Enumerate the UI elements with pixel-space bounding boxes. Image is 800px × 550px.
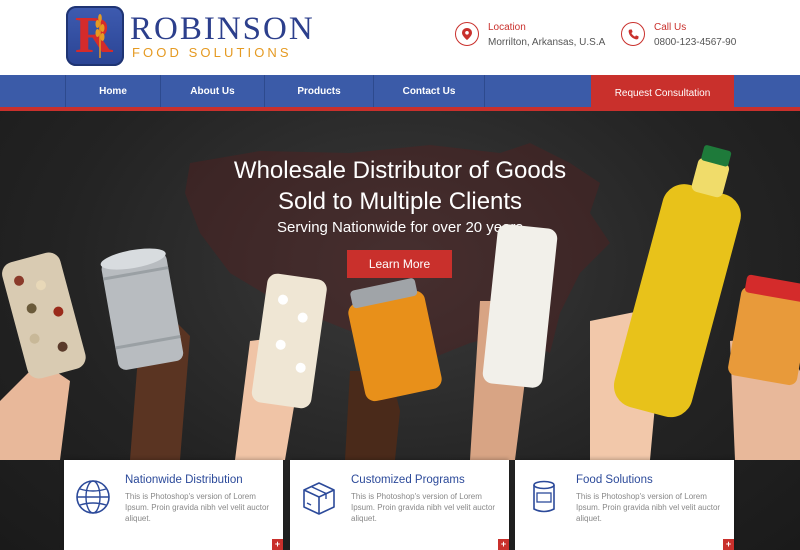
location-title: Location <box>488 22 526 33</box>
request-consultation-button[interactable]: Request Consultation <box>591 75 734 111</box>
wheat-icon <box>95 14 105 58</box>
card-customized-programs[interactable]: Customized Programs This is Photoshop's … <box>290 460 509 550</box>
call-number[interactable]: 0800-123-4567-90 <box>654 37 736 48</box>
hero-banner: Wholesale Distributor of Goods Sold to M… <box>0 111 800 550</box>
logo-badge: R <box>66 6 124 66</box>
card-title: Nationwide Distribution <box>125 474 243 486</box>
card-text: This is Photoshop's version of Lorem Ips… <box>351 492 496 523</box>
card-text: This is Photoshop's version of Lorem Ips… <box>576 492 721 523</box>
card-text: This is Photoshop's version of Lorem Ips… <box>125 492 270 523</box>
nav-home[interactable]: Home <box>65 75 160 107</box>
nav-contact-us[interactable]: Contact Us <box>373 75 485 107</box>
globe-icon <box>76 480 110 514</box>
brand-tagline: FOOD SOLUTIONS <box>132 45 292 60</box>
brand-name: ROBINSON <box>130 11 315 47</box>
nav-products[interactable]: Products <box>264 75 373 107</box>
box-icon <box>303 482 335 515</box>
card-title: Food Solutions <box>576 474 653 486</box>
card-food-solutions[interactable]: Food Solutions This is Photoshop's versi… <box>515 460 734 550</box>
card-nationwide-distribution[interactable]: Nationwide Distribution This is Photosho… <box>64 460 283 550</box>
call-title: Call Us <box>654 22 687 33</box>
plus-icon[interactable]: + <box>723 539 734 550</box>
map-pin-icon <box>455 22 479 46</box>
plus-icon[interactable]: + <box>498 539 509 550</box>
main-nav: Home About Us Products Contact Us Reques… <box>0 75 800 111</box>
site-header: R ROBINSON FOOD SOLUTIONS Location Morri… <box>0 0 800 75</box>
card-title: Customized Programs <box>351 474 465 486</box>
plus-icon[interactable]: + <box>272 539 283 550</box>
phone-icon[interactable] <box>621 22 645 46</box>
nav-about-us[interactable]: About Us <box>160 75 264 107</box>
brand-logo[interactable]: R ROBINSON FOOD SOLUTIONS <box>66 6 313 66</box>
can-icon <box>533 480 555 513</box>
location-text: Morrilton, Arkansas, U.S.A <box>488 37 606 48</box>
